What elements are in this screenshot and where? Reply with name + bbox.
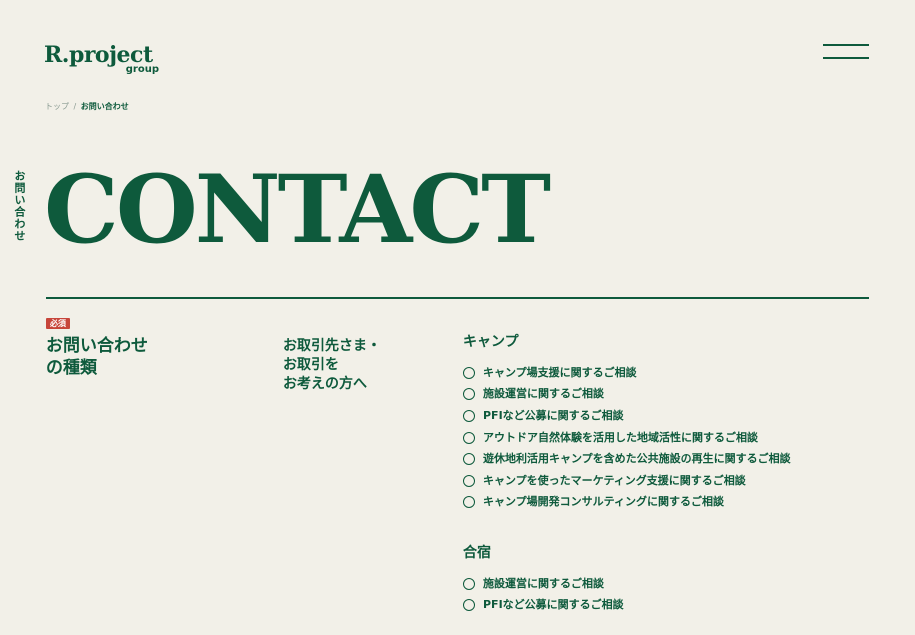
radio-circle-icon[interactable] <box>463 431 475 444</box>
option-group-gasshuku: 合宿 施設運営に関するご相談 PFIなど公募に関するご相談 <box>463 543 624 616</box>
radio-option-label: キャンプ場支援に関するご相談 <box>483 365 637 379</box>
breadcrumb-home-link[interactable]: トップ <box>45 102 69 111</box>
page-title: CONTACT <box>44 155 551 265</box>
radio-option-label: PFIなど公募に関するご相談 <box>483 598 624 612</box>
audience-label-line: お考えの方へ <box>283 376 367 392</box>
radio-option[interactable]: 遊休地利活用キャンプを含めた公共施設の再生に関するご相談 <box>463 448 791 470</box>
hamburger-icon[interactable] <box>823 43 869 61</box>
vertical-page-label: お問い合わせ <box>13 170 26 242</box>
option-group-title: 合宿 <box>463 545 491 561</box>
radio-option[interactable]: キャンプ場開発コンサルティングに関するご相談 <box>463 492 791 514</box>
menu-line-top <box>823 44 869 46</box>
radio-option[interactable]: 施設運営に関するご相談 <box>463 384 791 406</box>
section-divider <box>46 297 869 299</box>
option-group-title: キャンプ <box>463 334 519 350</box>
radio-circle-icon[interactable] <box>463 388 475 401</box>
radio-circle-icon[interactable] <box>463 453 475 466</box>
radio-circle-icon[interactable] <box>463 577 475 590</box>
radio-option[interactable]: 施設運営に関するご相談 <box>463 573 624 595</box>
radio-option[interactable]: PFIなど公募に関するご相談 <box>463 595 624 617</box>
radio-option[interactable]: キャンプ場支援に関するご相談 <box>463 362 791 384</box>
radio-option-label: キャンプ場開発コンサルティングに関するご相談 <box>483 495 725 509</box>
radio-circle-icon[interactable] <box>463 599 475 612</box>
radio-option[interactable]: キャンプを使ったマーケティング支援に関するご相談 <box>463 470 791 492</box>
inquiry-type-label-line: お問い合わせ <box>46 336 148 356</box>
menu-line-bottom <box>823 57 869 59</box>
radio-option[interactable]: アウトドア自然体験を活用した地域活性に関するご相談 <box>463 427 791 449</box>
radio-circle-icon[interactable] <box>463 496 475 509</box>
logo-link[interactable]: R.project group <box>44 42 159 80</box>
audience-label: お取引先さま・ お取引を お考えの方へ <box>283 337 433 394</box>
radio-option[interactable]: PFIなど公募に関するご相談 <box>463 405 791 427</box>
radio-option-label: キャンプを使ったマーケティング支援に関するご相談 <box>483 473 746 487</box>
audience-label-line: お取引を <box>283 357 339 373</box>
required-badge: 必須 <box>46 318 70 329</box>
breadcrumb-separator: / <box>73 102 77 111</box>
logo-sub-text: group <box>125 64 159 75</box>
radio-option-label: 施設運営に関するご相談 <box>483 387 604 401</box>
option-group-camp: キャンプ キャンプ場支援に関するご相談 施設運営に関するご相談 PFIなど公募に… <box>463 332 791 513</box>
radio-circle-icon[interactable] <box>463 409 475 422</box>
radio-option-label: 遊休地利活用キャンプを含めた公共施設の再生に関するご相談 <box>483 452 791 466</box>
inquiry-type-label-line: の種類 <box>46 358 97 378</box>
breadcrumb: トップ / お問い合わせ <box>45 102 129 112</box>
audience-label-line: お取引先さま・ <box>283 338 381 354</box>
radio-option-label: 施設運営に関するご相談 <box>483 576 604 590</box>
radio-option-label: PFIなど公募に関するご相談 <box>483 408 624 422</box>
radio-circle-icon[interactable] <box>463 366 475 379</box>
radio-circle-icon[interactable] <box>463 474 475 487</box>
breadcrumb-current: お問い合わせ <box>80 102 129 111</box>
inquiry-type-label: お問い合わせ の種類 <box>46 335 216 379</box>
radio-option-label: アウトドア自然体験を活用した地域活性に関するご相談 <box>483 430 758 444</box>
